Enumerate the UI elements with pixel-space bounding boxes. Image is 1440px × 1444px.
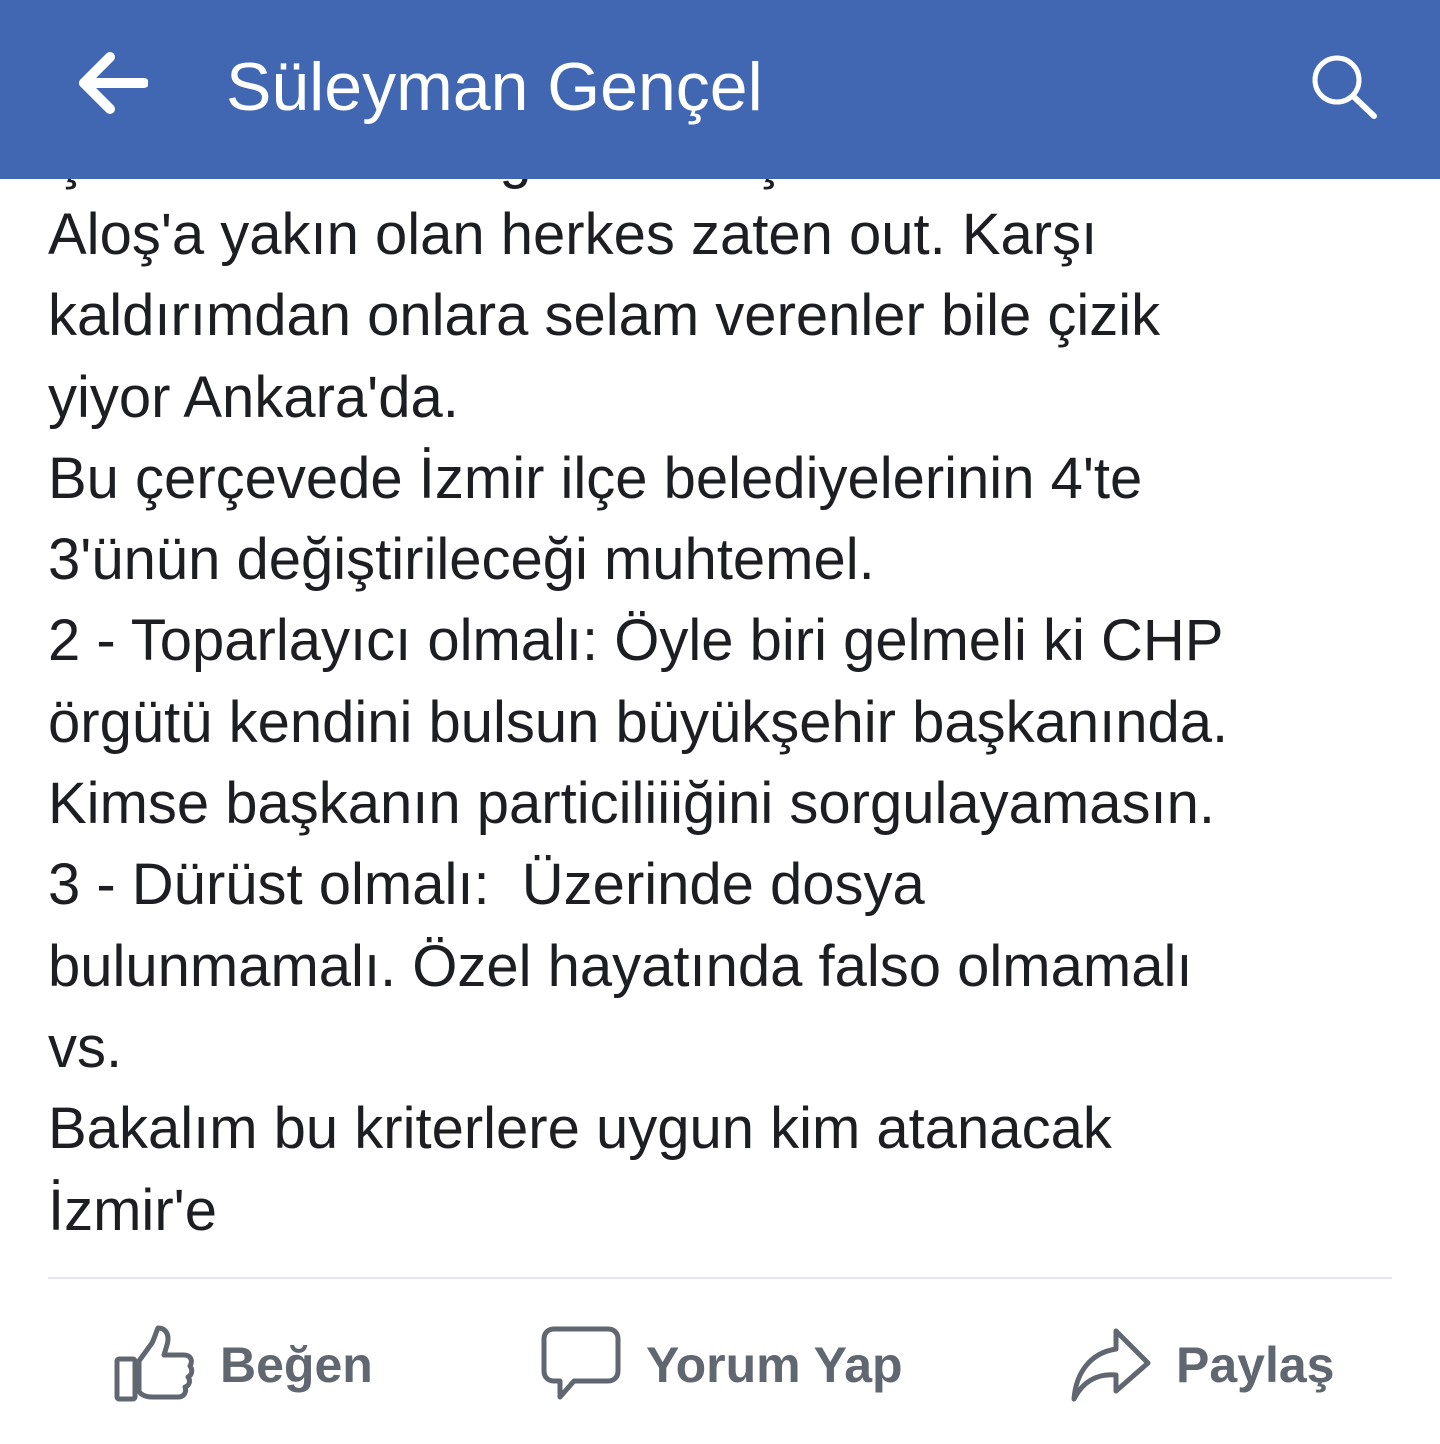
- like-button[interactable]: Beğen: [112, 1320, 373, 1410]
- page-title: Süleyman Gençel: [226, 49, 763, 125]
- arrow-left-icon[interactable]: [78, 52, 149, 114]
- like-label: Beğen: [220, 1337, 373, 1393]
- comment-button[interactable]: Yorum Yap: [540, 1320, 903, 1410]
- post-text: Aloş'a yakın olan herkes zaten out. Karş…: [48, 202, 1229, 1243]
- search-icon[interactable]: [1308, 52, 1380, 120]
- share-label: Paylaş: [1176, 1337, 1335, 1393]
- comment-label: Yorum Yap: [646, 1337, 903, 1393]
- top-app-bar: Süleyman Gençel: [0, 0, 1440, 179]
- thumbs-up-icon: [112, 1325, 196, 1405]
- post-body: Çünkü bu bakanlığın tek başına… Aloş'a y…: [0, 179, 1440, 1279]
- speech-bubble-icon: [540, 1325, 622, 1405]
- share-arrow-icon: [1068, 1325, 1152, 1405]
- divider: [48, 1277, 1392, 1279]
- share-button[interactable]: Paylaş: [1068, 1320, 1334, 1410]
